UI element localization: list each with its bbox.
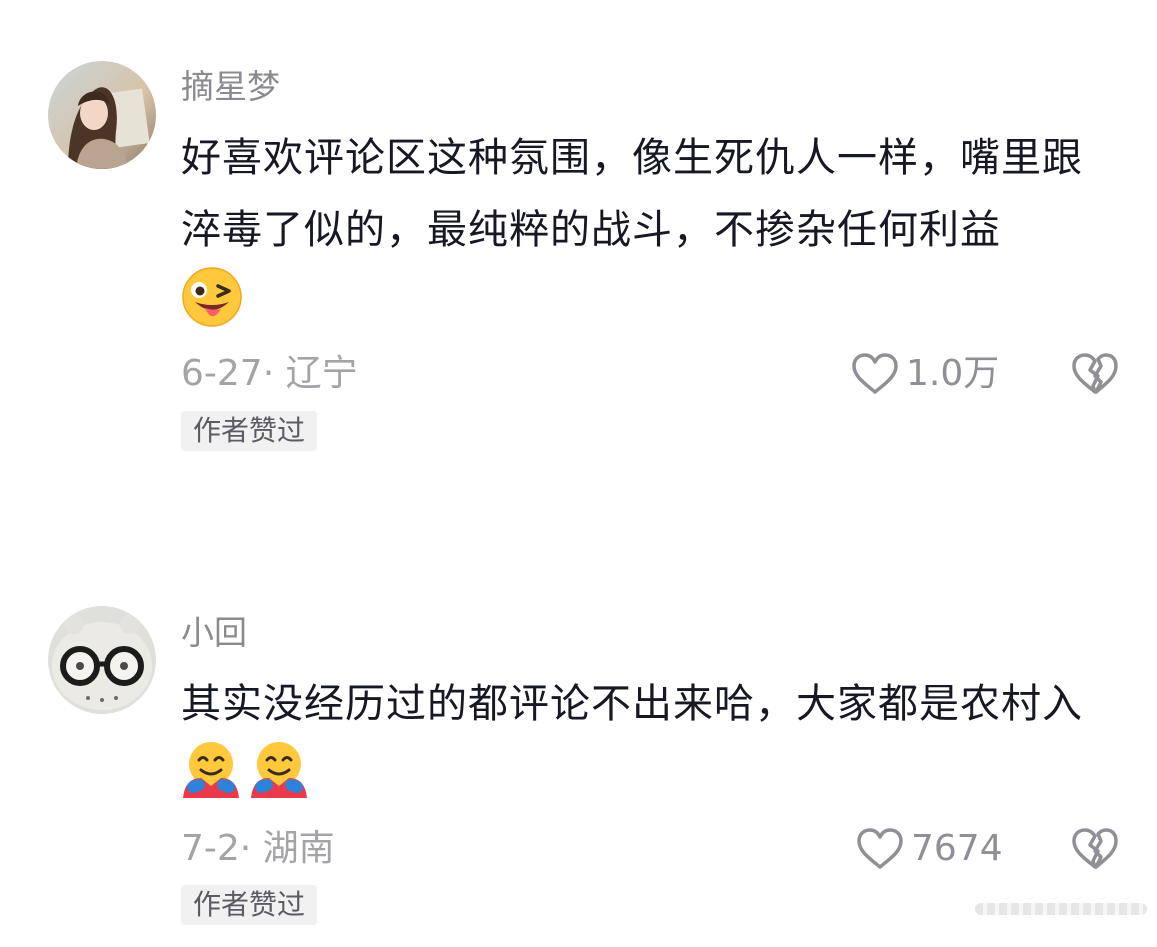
hugging-face-icon bbox=[181, 740, 241, 821]
like-button[interactable]: 1.0万 bbox=[850, 352, 999, 396]
like-count: 1.0万 bbox=[906, 353, 1000, 394]
comment-text-block: 好喜欢评论区这种氛围，像生死仇人一样，嘴里跟淬毒了似的，最纯粹的战斗，不掺杂任何… bbox=[181, 122, 1116, 351]
winking-face-with-tongue-icon bbox=[181, 266, 243, 351]
comment-text: 其实没经历过的都评论不出来哈，大家都是农村入 bbox=[181, 681, 1083, 727]
heart-outline-icon bbox=[857, 828, 903, 869]
author-liked-badge: 作者赞过 bbox=[181, 411, 318, 451]
like-button[interactable]: 7674 bbox=[855, 827, 1003, 871]
heart-outline-icon bbox=[852, 353, 898, 394]
username[interactable]: 小回 bbox=[181, 613, 247, 653]
date-location: 7-2· 湖南 bbox=[181, 828, 335, 869]
dislike-button[interactable] bbox=[1071, 827, 1119, 871]
hugging-face-icon bbox=[249, 740, 309, 821]
date-location: 6-27· 辽宁 bbox=[181, 353, 358, 394]
horizontal-scrollbar[interactable] bbox=[975, 903, 1147, 915]
broken-heart-icon bbox=[1072, 828, 1118, 869]
dislike-button[interactable] bbox=[1071, 352, 1119, 396]
like-count: 7674 bbox=[911, 828, 1003, 869]
avatar[interactable] bbox=[48, 606, 156, 714]
author-liked-badge: 作者赞过 bbox=[181, 885, 318, 925]
comment-text-block: 其实没经历过的都评论不出来哈，大家都是农村入 bbox=[181, 668, 1116, 821]
username[interactable]: 摘星梦 bbox=[181, 67, 280, 107]
avatar[interactable] bbox=[48, 61, 156, 169]
comment-text: 好喜欢评论区这种氛围，像生死仇人一样，嘴里跟淬毒了似的，最纯粹的战斗，不掺杂任何… bbox=[181, 135, 1083, 253]
broken-heart-icon bbox=[1072, 353, 1118, 394]
